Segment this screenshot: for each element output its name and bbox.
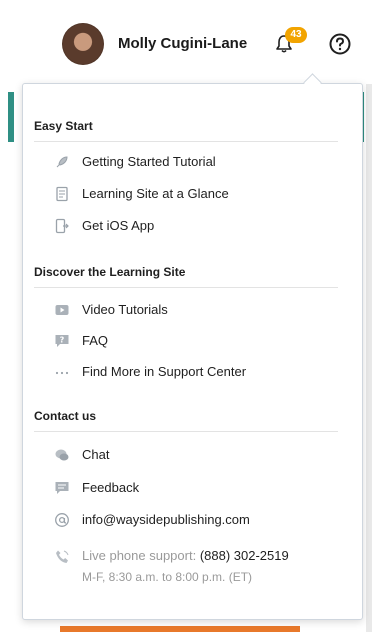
feedback-icon [55, 482, 69, 494]
divider [34, 287, 338, 288]
section-title-contact-us: Contact us [34, 409, 97, 423]
mobile-app-icon [55, 218, 69, 234]
background-page-accent [60, 626, 300, 632]
background-page-accent [8, 92, 14, 142]
menu-item-video-tutorials[interactable]: Video Tutorials [54, 300, 344, 322]
more-dots-icon [55, 371, 69, 375]
at-sign-icon [55, 513, 69, 527]
section-title-discover: Discover the Learning Site [34, 265, 186, 279]
menu-item-chat[interactable]: Chat [54, 445, 344, 467]
chat-icon [55, 449, 69, 461]
menu-item-label: Video Tutorials [82, 302, 168, 317]
email-link: info@waysidepublishing.com [82, 512, 250, 527]
avatar[interactable] [62, 23, 104, 65]
menu-item-label: Getting Started Tutorial [82, 154, 216, 169]
menu-item-email[interactable]: info@waysidepublishing.com [54, 510, 344, 532]
menu-item-label: Learning Site at a Glance [82, 186, 229, 201]
section-title-easy-start: Easy Start [34, 119, 93, 133]
video-icon [55, 305, 69, 315]
document-icon [56, 186, 68, 202]
menu-item-get-ios-app[interactable]: Get iOS App [54, 216, 344, 238]
phone-support-text: Live phone support: (888) 302-2519 [82, 548, 289, 563]
menu-item-label: Find More in Support Center [82, 364, 247, 379]
svg-text:?: ? [60, 336, 65, 345]
phone-support-hours: M-F, 8:30 a.m. to 8:00 p.m. (ET) [82, 570, 253, 584]
user-name[interactable]: Molly Cugini-Lane [118, 35, 247, 52]
menu-item-faq[interactable]: ? FAQ [54, 331, 344, 353]
menu-item-label: Chat [82, 447, 110, 462]
phone-support: Live phone support: (888) 302-2519 M-F, … [54, 547, 344, 591]
menu-item-support-center[interactable]: Find More in Support Center [54, 362, 344, 384]
background-page-edge [366, 80, 372, 632]
rocket-icon [56, 156, 68, 168]
menu-item-label: FAQ [82, 333, 109, 348]
phone-icon [56, 550, 69, 563]
top-header: Molly Cugini-Lane 43 [0, 0, 372, 84]
faq-icon: ? [55, 335, 69, 347]
help-icon[interactable] [329, 33, 351, 55]
menu-item-label: Get iOS App [82, 218, 155, 233]
menu-item-label: Feedback [82, 480, 140, 495]
menu-item-learning-site[interactable]: Learning Site at a Glance [54, 184, 344, 206]
phone-number[interactable]: (888) 302-2519 [200, 548, 289, 563]
divider [34, 431, 338, 432]
menu-item-getting-started[interactable]: Getting Started Tutorial [54, 152, 344, 174]
menu-item-feedback[interactable]: Feedback [54, 478, 344, 500]
divider [34, 141, 338, 142]
phone-support-prefix: Live phone support: [82, 548, 197, 563]
notification-badge[interactable]: 43 [285, 27, 307, 43]
